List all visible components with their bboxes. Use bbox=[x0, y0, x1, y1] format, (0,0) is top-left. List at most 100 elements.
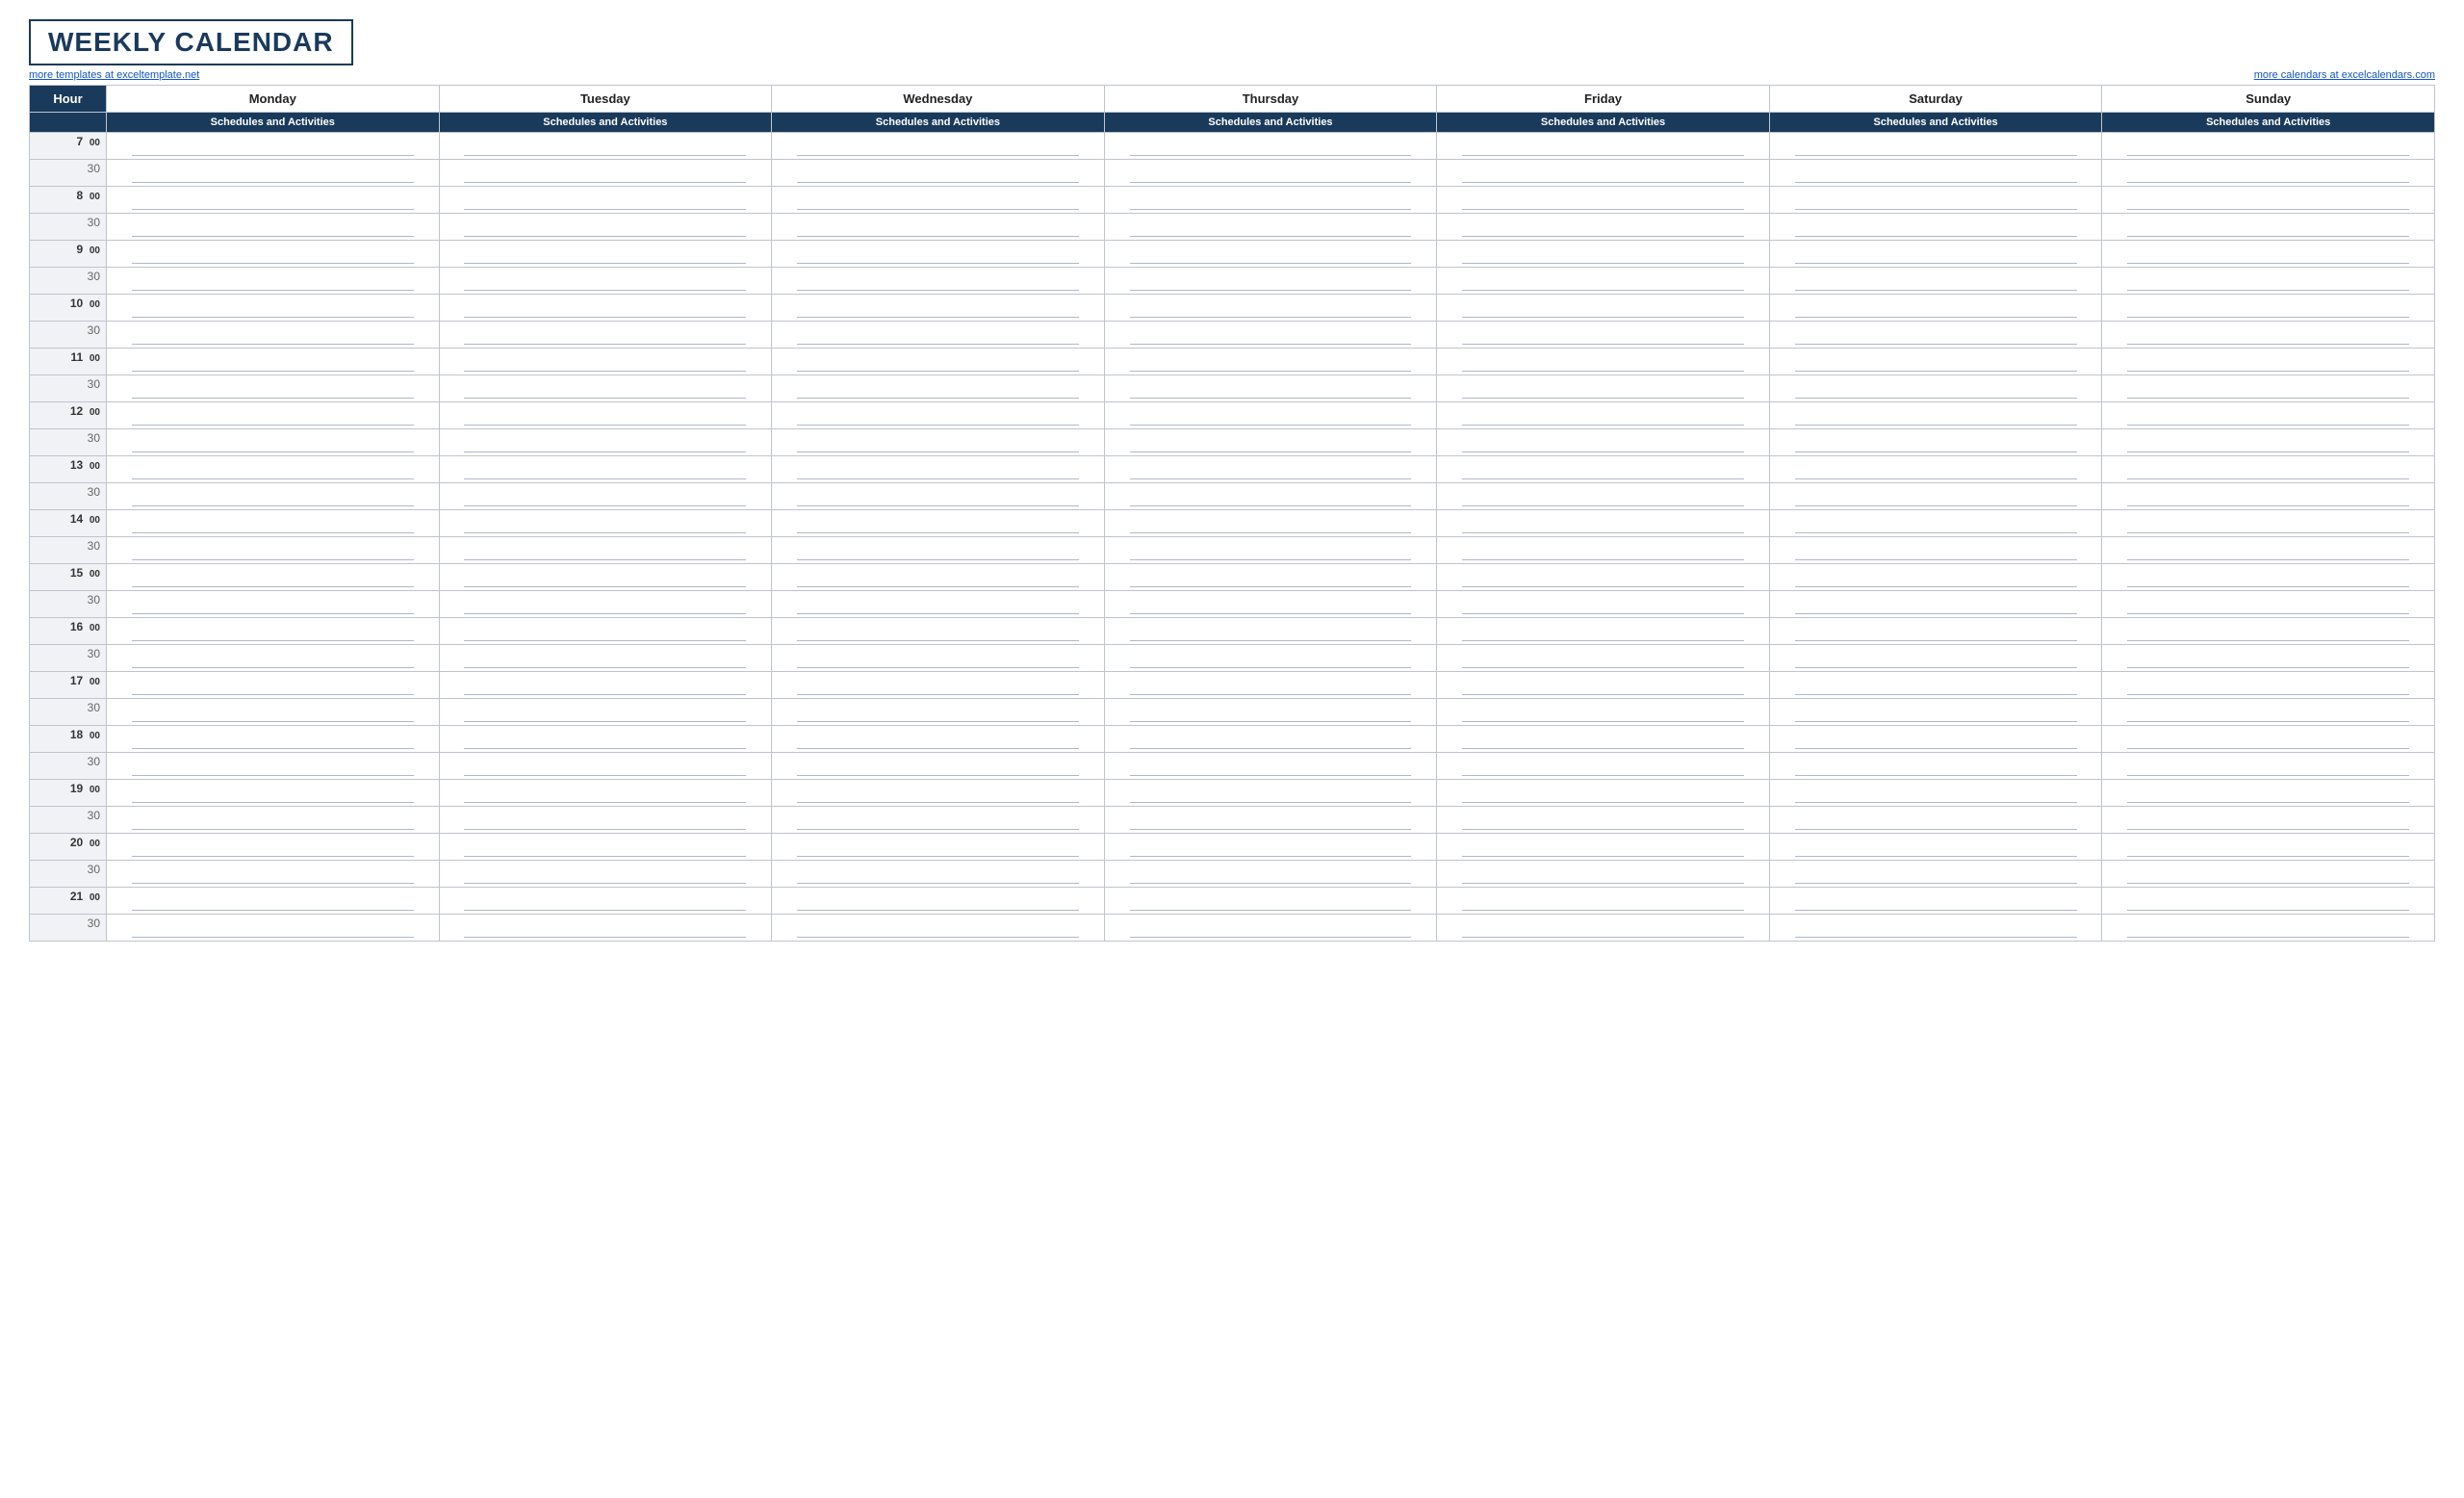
schedule-cell[interactable] bbox=[2102, 456, 2435, 483]
schedule-cell[interactable] bbox=[1104, 699, 1437, 726]
schedule-cell[interactable] bbox=[1437, 160, 1770, 187]
schedule-cell[interactable] bbox=[1437, 187, 1770, 214]
schedule-cell[interactable] bbox=[2102, 645, 2435, 672]
schedule-cell[interactable] bbox=[2102, 268, 2435, 295]
schedule-cell[interactable] bbox=[1104, 241, 1437, 268]
schedule-cell[interactable] bbox=[439, 160, 772, 187]
schedule-cell[interactable] bbox=[772, 349, 1105, 375]
schedule-cell[interactable] bbox=[772, 375, 1105, 402]
schedule-cell[interactable] bbox=[1769, 726, 2102, 753]
schedule-cell[interactable] bbox=[107, 510, 440, 537]
schedule-cell[interactable] bbox=[439, 483, 772, 510]
schedule-cell[interactable] bbox=[1769, 322, 2102, 349]
schedule-cell[interactable] bbox=[1437, 133, 1770, 160]
schedule-cell[interactable] bbox=[1769, 753, 2102, 780]
link-right[interactable]: more calendars at excelcalendars.com bbox=[2254, 69, 2435, 81]
schedule-cell[interactable] bbox=[772, 699, 1105, 726]
schedule-cell[interactable] bbox=[772, 160, 1105, 187]
schedule-cell[interactable] bbox=[439, 807, 772, 834]
schedule-cell[interactable] bbox=[439, 510, 772, 537]
schedule-cell[interactable] bbox=[1437, 214, 1770, 241]
schedule-cell[interactable] bbox=[107, 753, 440, 780]
schedule-cell[interactable] bbox=[1769, 591, 2102, 618]
schedule-cell[interactable] bbox=[1104, 780, 1437, 807]
schedule-cell[interactable] bbox=[2102, 888, 2435, 915]
schedule-cell[interactable] bbox=[1104, 915, 1437, 942]
schedule-cell[interactable] bbox=[107, 915, 440, 942]
schedule-cell[interactable] bbox=[772, 402, 1105, 429]
schedule-cell[interactable] bbox=[1104, 645, 1437, 672]
schedule-cell[interactable] bbox=[1437, 510, 1770, 537]
schedule-cell[interactable] bbox=[2102, 241, 2435, 268]
schedule-cell[interactable] bbox=[439, 322, 772, 349]
schedule-cell[interactable] bbox=[1437, 564, 1770, 591]
schedule-cell[interactable] bbox=[772, 483, 1105, 510]
schedule-cell[interactable] bbox=[1769, 834, 2102, 861]
schedule-cell[interactable] bbox=[772, 672, 1105, 699]
schedule-cell[interactable] bbox=[439, 672, 772, 699]
schedule-cell[interactable] bbox=[107, 214, 440, 241]
schedule-cell[interactable] bbox=[1769, 888, 2102, 915]
schedule-cell[interactable] bbox=[1769, 160, 2102, 187]
schedule-cell[interactable] bbox=[1437, 699, 1770, 726]
schedule-cell[interactable] bbox=[107, 241, 440, 268]
schedule-cell[interactable] bbox=[2102, 322, 2435, 349]
schedule-cell[interactable] bbox=[1769, 510, 2102, 537]
schedule-cell[interactable] bbox=[772, 591, 1105, 618]
schedule-cell[interactable] bbox=[2102, 133, 2435, 160]
schedule-cell[interactable] bbox=[772, 564, 1105, 591]
schedule-cell[interactable] bbox=[2102, 915, 2435, 942]
schedule-cell[interactable] bbox=[772, 429, 1105, 456]
schedule-cell[interactable] bbox=[1104, 187, 1437, 214]
schedule-cell[interactable] bbox=[2102, 214, 2435, 241]
schedule-cell[interactable] bbox=[1437, 349, 1770, 375]
schedule-cell[interactable] bbox=[772, 618, 1105, 645]
schedule-cell[interactable] bbox=[1437, 375, 1770, 402]
schedule-cell[interactable] bbox=[1437, 429, 1770, 456]
schedule-cell[interactable] bbox=[1437, 645, 1770, 672]
schedule-cell[interactable] bbox=[1104, 888, 1437, 915]
schedule-cell[interactable] bbox=[1437, 672, 1770, 699]
schedule-cell[interactable] bbox=[439, 780, 772, 807]
schedule-cell[interactable] bbox=[1769, 241, 2102, 268]
schedule-cell[interactable] bbox=[1437, 753, 1770, 780]
schedule-cell[interactable] bbox=[2102, 375, 2435, 402]
schedule-cell[interactable] bbox=[107, 295, 440, 322]
schedule-cell[interactable] bbox=[439, 456, 772, 483]
schedule-cell[interactable] bbox=[772, 268, 1105, 295]
schedule-cell[interactable] bbox=[107, 375, 440, 402]
schedule-cell[interactable] bbox=[107, 429, 440, 456]
schedule-cell[interactable] bbox=[2102, 564, 2435, 591]
schedule-cell[interactable] bbox=[772, 241, 1105, 268]
schedule-cell[interactable] bbox=[1769, 483, 2102, 510]
schedule-cell[interactable] bbox=[107, 807, 440, 834]
schedule-cell[interactable] bbox=[1437, 861, 1770, 888]
schedule-cell[interactable] bbox=[1104, 268, 1437, 295]
schedule-cell[interactable] bbox=[107, 160, 440, 187]
schedule-cell[interactable] bbox=[1769, 564, 2102, 591]
schedule-cell[interactable] bbox=[1104, 483, 1437, 510]
schedule-cell[interactable] bbox=[772, 537, 1105, 564]
schedule-cell[interactable] bbox=[107, 456, 440, 483]
schedule-cell[interactable] bbox=[1437, 834, 1770, 861]
schedule-cell[interactable] bbox=[439, 349, 772, 375]
schedule-cell[interactable] bbox=[772, 133, 1105, 160]
schedule-cell[interactable] bbox=[772, 861, 1105, 888]
schedule-cell[interactable] bbox=[1437, 591, 1770, 618]
schedule-cell[interactable] bbox=[1104, 591, 1437, 618]
schedule-cell[interactable] bbox=[772, 510, 1105, 537]
schedule-cell[interactable] bbox=[439, 564, 772, 591]
schedule-cell[interactable] bbox=[439, 268, 772, 295]
schedule-cell[interactable] bbox=[772, 456, 1105, 483]
schedule-cell[interactable] bbox=[772, 645, 1105, 672]
schedule-cell[interactable] bbox=[1437, 456, 1770, 483]
schedule-cell[interactable] bbox=[439, 295, 772, 322]
schedule-cell[interactable] bbox=[107, 834, 440, 861]
schedule-cell[interactable] bbox=[1769, 861, 2102, 888]
schedule-cell[interactable] bbox=[1104, 753, 1437, 780]
schedule-cell[interactable] bbox=[772, 807, 1105, 834]
schedule-cell[interactable] bbox=[1104, 456, 1437, 483]
schedule-cell[interactable] bbox=[439, 187, 772, 214]
schedule-cell[interactable] bbox=[439, 888, 772, 915]
schedule-cell[interactable] bbox=[439, 618, 772, 645]
